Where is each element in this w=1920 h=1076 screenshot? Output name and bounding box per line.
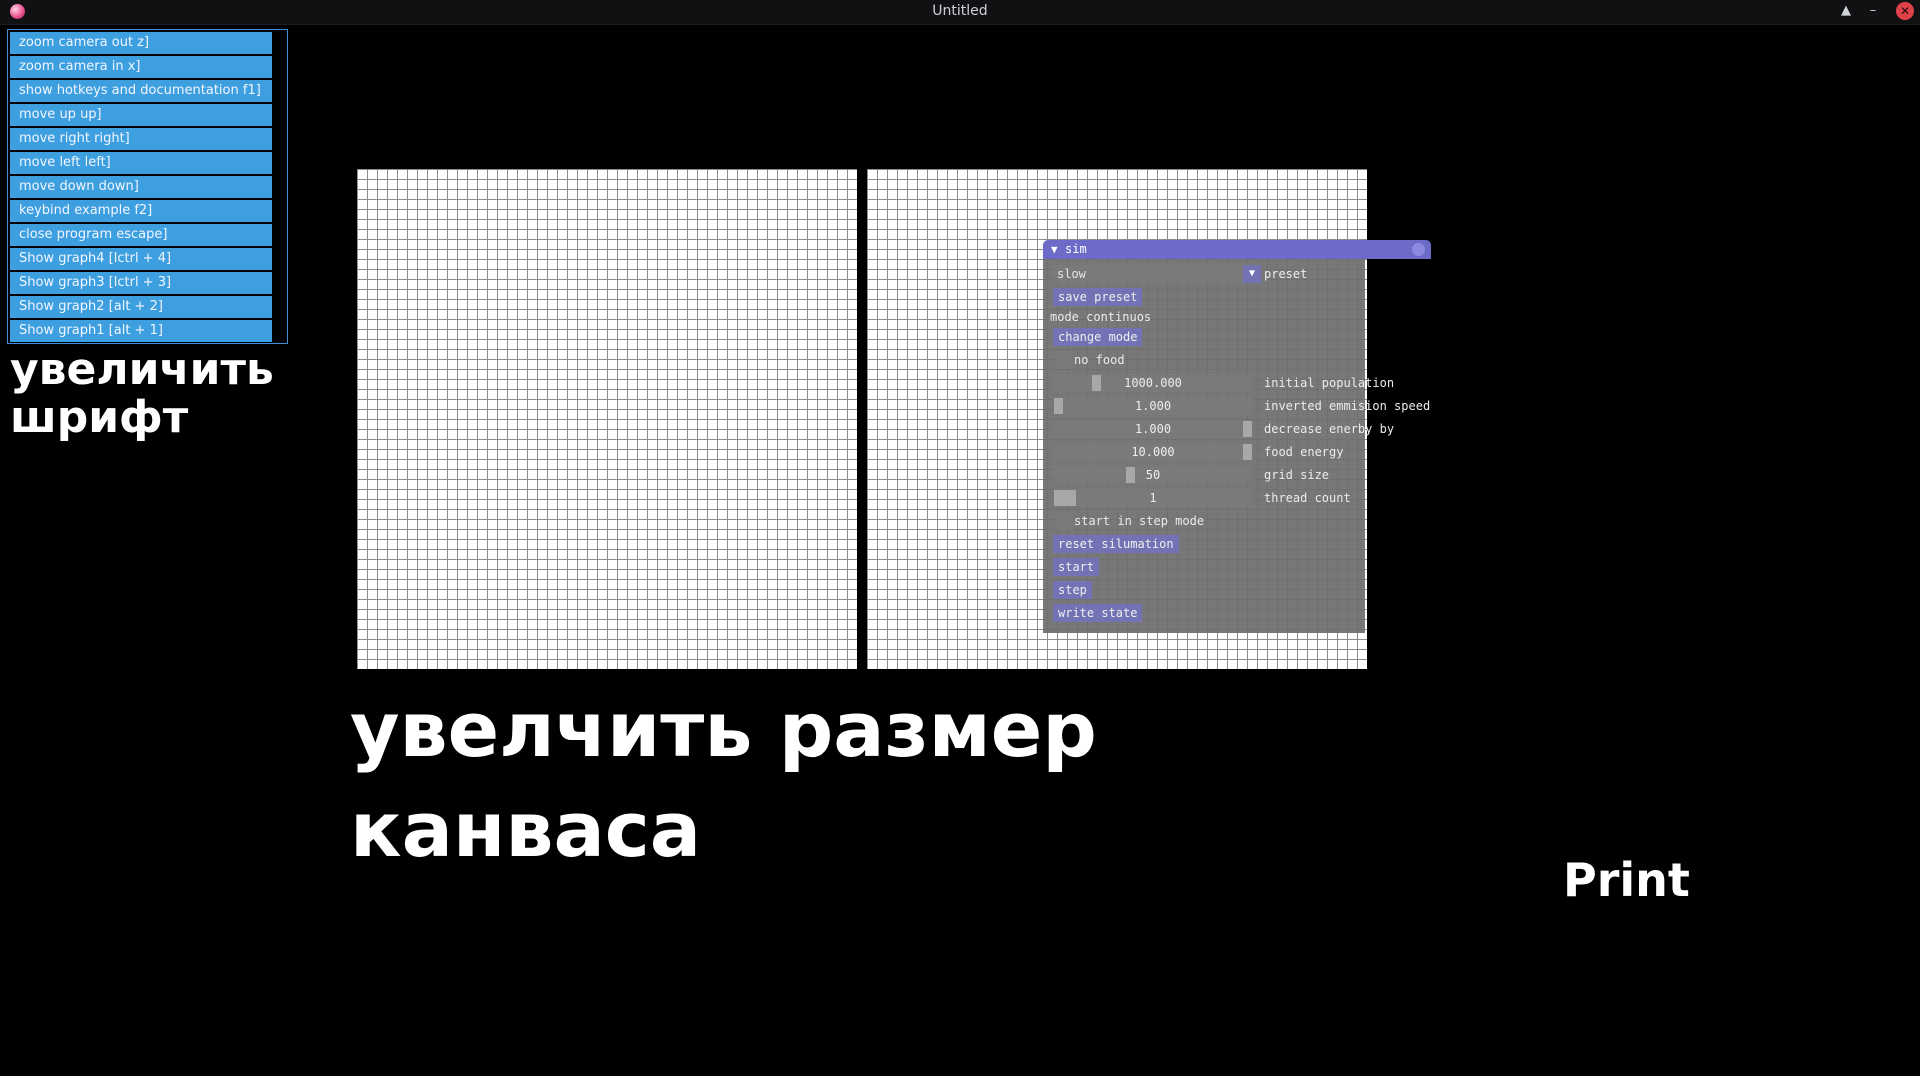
step-mode-checkbox[interactable] bbox=[1055, 512, 1073, 530]
hotkey-move-up[interactable]: move up up] bbox=[10, 104, 272, 126]
no-food-checkbox[interactable] bbox=[1055, 351, 1073, 369]
inverted-emission-speed-slider[interactable]: 1.000 bbox=[1053, 397, 1253, 415]
inverted-emission-speed-value: 1.000 bbox=[1134, 399, 1172, 413]
mode-text: mode continuos bbox=[1050, 310, 1152, 324]
inverted-emission-speed-label: inverted emmision speed bbox=[1264, 399, 1431, 413]
print-label: Print bbox=[1563, 853, 1690, 907]
sim-panel-header[interactable]: ▼ sim bbox=[1043, 240, 1431, 259]
handwritten-note-font: увеличить шрифт bbox=[10, 344, 274, 443]
sim-panel: ▼ sim slow ▼ preset save preset mode con… bbox=[1043, 240, 1431, 633]
food-energy-slider[interactable]: 10.000 bbox=[1053, 443, 1253, 461]
food-energy-label: food energy bbox=[1264, 445, 1344, 459]
hotkey-move-right[interactable]: move right right] bbox=[10, 128, 272, 150]
title-bar: Untitled ▲ – ✕ bbox=[0, 0, 1920, 25]
sim-panel-title: sim bbox=[1065, 242, 1087, 256]
hotkey-close-program[interactable]: close program escape] bbox=[10, 224, 272, 246]
minimize-button[interactable]: – bbox=[1864, 2, 1882, 20]
grid-size-value: 50 bbox=[1145, 468, 1161, 482]
grid-size-label: grid size bbox=[1264, 468, 1330, 482]
thread-count-slider[interactable]: 1 bbox=[1053, 489, 1253, 507]
close-window-button[interactable]: ✕ bbox=[1896, 2, 1914, 20]
hotkey-graph1[interactable]: Show graph1 [alt + 1] bbox=[10, 320, 272, 342]
start-button[interactable]: start bbox=[1053, 558, 1100, 576]
panel-close-icon[interactable] bbox=[1412, 243, 1425, 256]
collapse-arrow-icon[interactable]: ▼ bbox=[1051, 240, 1058, 259]
preset-value: slow bbox=[1057, 267, 1086, 281]
change-mode-button[interactable]: change mode bbox=[1053, 328, 1143, 346]
initial-population-slider[interactable]: 1000.000 bbox=[1053, 374, 1253, 392]
reset-simulation-button[interactable]: reset silumation bbox=[1053, 535, 1179, 553]
window-title: Untitled bbox=[932, 3, 988, 19]
no-food-label: no food bbox=[1074, 353, 1125, 367]
handwritten-note-canvas: увелчить размер канваса bbox=[350, 685, 1097, 874]
write-state-button[interactable]: write state bbox=[1053, 604, 1143, 622]
grid-size-slider[interactable]: 50 bbox=[1053, 466, 1253, 484]
hotkey-move-left[interactable]: move left left] bbox=[10, 152, 272, 174]
keep-above-button[interactable]: ▲ bbox=[1837, 2, 1855, 20]
decrease-energy-slider[interactable]: 1.000 bbox=[1053, 420, 1253, 438]
hotkey-show-docs[interactable]: show hotkeys and documentation f1] bbox=[10, 80, 272, 102]
initial-population-value: 1000.000 bbox=[1124, 376, 1182, 390]
hotkey-keybind-example[interactable]: keybind example f2] bbox=[10, 200, 272, 222]
hotkey-menu: zoom camera out z] zoom camera in x] sho… bbox=[7, 29, 288, 344]
decrease-energy-value: 1.000 bbox=[1134, 422, 1172, 436]
hotkey-zoom-in[interactable]: zoom camera in x] bbox=[10, 56, 272, 78]
hotkey-move-down[interactable]: move down down] bbox=[10, 176, 272, 198]
chevron-down-icon[interactable]: ▼ bbox=[1243, 265, 1261, 283]
thread-count-value: 1 bbox=[1149, 491, 1157, 505]
decrease-energy-label: decrease enerby by bbox=[1264, 422, 1395, 436]
food-energy-value: 10.000 bbox=[1131, 445, 1175, 459]
sim-panel-body: slow ▼ preset save preset mode continuos… bbox=[1043, 259, 1430, 633]
hotkey-graph2[interactable]: Show graph2 [alt + 2] bbox=[10, 296, 272, 318]
preset-label: preset bbox=[1264, 267, 1308, 281]
hotkey-graph3[interactable]: Show graph3 [lctrl + 3] bbox=[10, 272, 272, 294]
step-button[interactable]: step bbox=[1053, 581, 1092, 599]
save-preset-button[interactable]: save preset bbox=[1053, 288, 1143, 306]
step-mode-label: start in step mode bbox=[1074, 514, 1205, 528]
thread-count-label: thread count bbox=[1264, 491, 1351, 505]
preset-combo[interactable]: slow ▼ bbox=[1053, 265, 1261, 283]
hotkey-graph4[interactable]: Show graph4 [lctrl + 4] bbox=[10, 248, 272, 270]
initial-population-label: initial population bbox=[1264, 376, 1395, 390]
hotkey-zoom-out[interactable]: zoom camera out z] bbox=[10, 32, 272, 54]
simulation-grid-left[interactable] bbox=[357, 169, 857, 669]
